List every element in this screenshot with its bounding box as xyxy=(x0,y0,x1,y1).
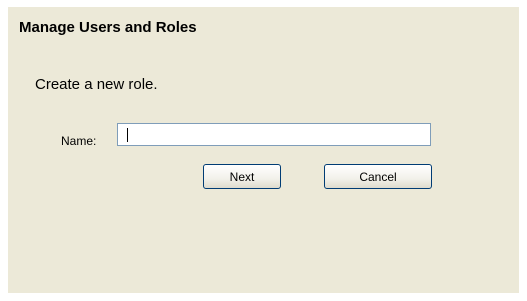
next-button[interactable]: Next xyxy=(203,164,281,189)
cancel-button[interactable]: Cancel xyxy=(324,164,432,189)
text-caret xyxy=(127,128,128,142)
name-input[interactable] xyxy=(117,123,431,146)
dialog-title: Manage Users and Roles xyxy=(19,19,197,36)
manage-users-dialog: Manage Users and Roles Create a new role… xyxy=(8,7,519,293)
dialog-subtitle: Create a new role. xyxy=(35,76,158,93)
name-label: Name: xyxy=(61,134,97,148)
